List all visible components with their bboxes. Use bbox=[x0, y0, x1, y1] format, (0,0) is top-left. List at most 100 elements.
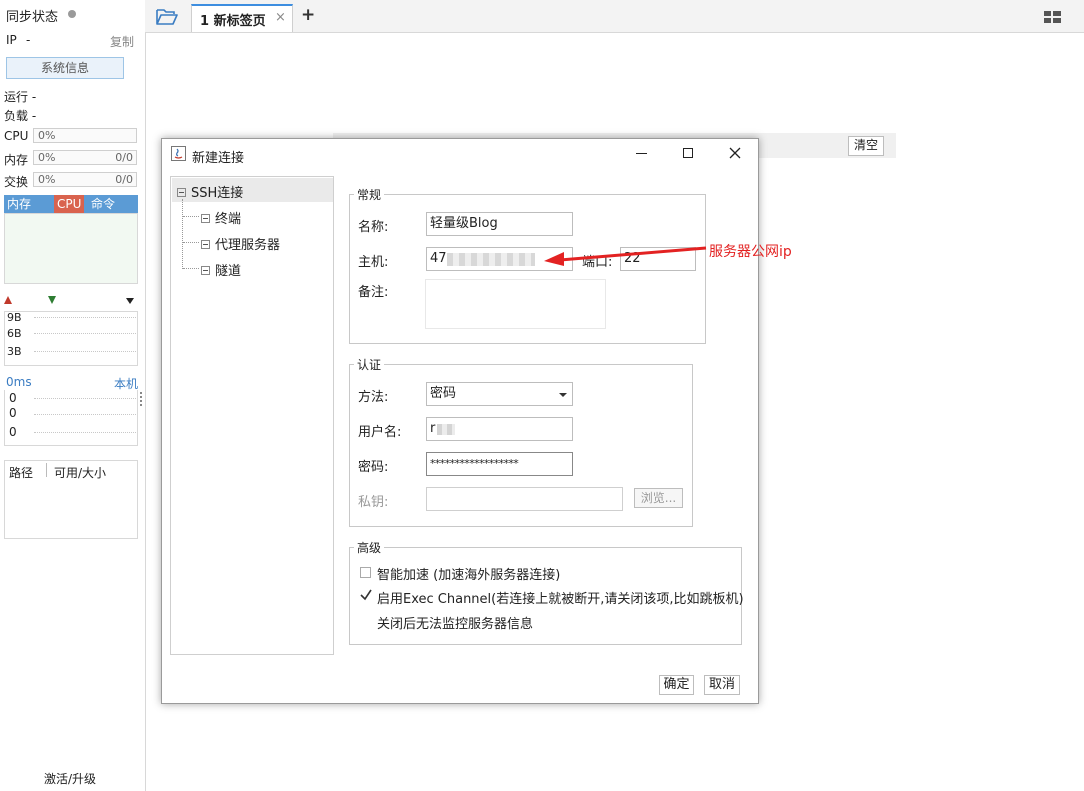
process-tabs: 内存 CPU 命令 bbox=[4, 195, 138, 213]
tab-close-icon[interactable]: × bbox=[275, 10, 286, 25]
dialog-title: 新建连接 bbox=[192, 151, 245, 166]
disk-col-usage: 可用/大小 bbox=[54, 466, 107, 480]
host-label: 主机: bbox=[358, 255, 389, 270]
tree-line bbox=[183, 216, 199, 217]
tree-line bbox=[183, 268, 199, 269]
clear-button[interactable]: 清空 bbox=[848, 136, 884, 156]
folder-open-icon[interactable] bbox=[156, 8, 178, 25]
tree-item-label: 代理服务器 bbox=[215, 238, 281, 253]
password-input[interactable]: ****************** bbox=[426, 452, 573, 476]
tree-item-label: 隧道 bbox=[215, 264, 242, 279]
net-tick-1: 9B bbox=[7, 311, 22, 324]
network-dropdown-icon[interactable] bbox=[126, 298, 134, 304]
grid-line bbox=[34, 414, 136, 415]
note-textarea[interactable] bbox=[425, 279, 606, 329]
collapse-icon[interactable] bbox=[201, 214, 210, 223]
username-input[interactable]: r bbox=[426, 417, 573, 441]
password-label: 密码: bbox=[358, 460, 389, 475]
chevron-down-icon bbox=[559, 393, 567, 397]
memory-label: 内存 bbox=[4, 153, 29, 167]
sidebar: 同步状态 IP - 复制 系统信息 运行 - 负载 - CPU 0% 内存 0%… bbox=[0, 0, 146, 791]
latency-value: 0ms bbox=[6, 375, 32, 389]
host-value: 47 bbox=[430, 251, 447, 266]
activate-upgrade-link[interactable]: 激活/升级 bbox=[44, 770, 96, 787]
tree-item-label: 终端 bbox=[215, 212, 242, 227]
swap-value: 0% bbox=[38, 173, 56, 186]
smart-accel-checkbox[interactable] bbox=[360, 567, 371, 578]
memory-gauge: 0% 0/0 bbox=[33, 150, 137, 165]
grid-line bbox=[34, 317, 136, 318]
tree-line bbox=[182, 199, 184, 269]
minimize-icon[interactable] bbox=[636, 153, 647, 154]
tab-memory[interactable]: 内存 bbox=[4, 195, 34, 213]
tree-item-label: SSH连接 bbox=[191, 186, 244, 201]
grid-line bbox=[34, 398, 136, 399]
tree-item-proxy[interactable]: 代理服务器 bbox=[201, 234, 280, 253]
net-tick-3: 3B bbox=[7, 345, 22, 358]
ping-tick-2: 0 bbox=[9, 406, 17, 420]
redacted-blur bbox=[437, 424, 455, 435]
sync-status-dot-icon bbox=[68, 10, 76, 18]
tree-item-ssh[interactable]: SSH连接 bbox=[177, 182, 243, 201]
general-legend: 常规 bbox=[357, 188, 382, 202]
browse-button[interactable]: 浏览... bbox=[634, 488, 683, 508]
ping-tick-3: 0 bbox=[9, 425, 17, 439]
method-select[interactable]: 密码 bbox=[426, 382, 573, 406]
username-label: 用户名: bbox=[358, 425, 402, 440]
memory-value: 0% bbox=[38, 151, 56, 164]
upload-arrow-icon bbox=[4, 296, 12, 304]
system-info-button[interactable]: 系统信息 bbox=[6, 57, 124, 79]
load-label: 负载 - bbox=[4, 109, 37, 123]
method-label: 方法: bbox=[358, 390, 389, 405]
net-tick-2: 6B bbox=[7, 327, 22, 340]
cpu-label: CPU bbox=[4, 129, 29, 143]
grid-line bbox=[34, 351, 136, 352]
advanced-legend: 高级 bbox=[357, 541, 382, 555]
note-label: 备注: bbox=[358, 285, 389, 300]
redacted-blur bbox=[447, 253, 535, 266]
username-value: r bbox=[430, 421, 436, 436]
copy-ip-link[interactable]: 复制 bbox=[110, 33, 134, 50]
maximize-icon[interactable] bbox=[683, 148, 693, 158]
new-connection-dialog: 新建连接 SSH连接 终端 代理服务器 隧道 常规 名称: 轻量级Blog 主机… bbox=[161, 138, 759, 704]
tab-label: 1 新标签页 bbox=[200, 14, 266, 29]
cancel-button[interactable]: 取消 bbox=[704, 675, 740, 695]
tab-command[interactable]: 命令 bbox=[88, 195, 118, 213]
grid-line bbox=[34, 333, 136, 334]
tree-line bbox=[183, 242, 199, 243]
collapse-icon[interactable] bbox=[201, 266, 210, 275]
grid-line bbox=[34, 432, 136, 433]
tab-cpu[interactable]: CPU bbox=[54, 195, 85, 213]
layout-grid-icon[interactable] bbox=[1044, 11, 1061, 23]
method-value: 密码 bbox=[430, 386, 457, 401]
ping-tick-1: 0 bbox=[9, 391, 17, 405]
cpu-value: 0% bbox=[38, 129, 56, 142]
tab-bar: 1 新标签页 × + bbox=[145, 0, 1084, 33]
process-list bbox=[4, 213, 138, 284]
ip-label: IP bbox=[6, 33, 17, 47]
dialog-titlebar[interactable]: 新建连接 bbox=[162, 139, 758, 169]
collapse-icon[interactable] bbox=[201, 240, 210, 249]
swap-label: 交换 bbox=[4, 175, 29, 189]
ok-button[interactable]: 确定 bbox=[659, 675, 694, 695]
name-label: 名称: bbox=[358, 220, 389, 235]
settings-tree: SSH连接 终端 代理服务器 隧道 bbox=[170, 176, 334, 655]
swap-size: 0/0 bbox=[115, 173, 133, 186]
tree-item-terminal[interactable]: 终端 bbox=[201, 208, 241, 227]
private-key-input[interactable] bbox=[426, 487, 623, 511]
collapse-icon[interactable] bbox=[177, 188, 186, 197]
network-chart bbox=[4, 311, 138, 366]
resize-handle[interactable] bbox=[140, 392, 144, 406]
auth-legend: 认证 bbox=[357, 358, 382, 372]
close-icon[interactable] bbox=[729, 147, 741, 159]
java-app-icon bbox=[171, 146, 186, 161]
sync-status-label: 同步状态 bbox=[6, 10, 59, 25]
private-key-label: 私钥: bbox=[358, 495, 389, 510]
tree-item-tunnel[interactable]: 隧道 bbox=[201, 260, 241, 279]
name-input[interactable]: 轻量级Blog bbox=[426, 212, 573, 236]
exec-channel-checkbox[interactable] bbox=[359, 588, 373, 602]
tab-new-tab[interactable]: 1 新标签页 × bbox=[191, 4, 293, 32]
swap-gauge: 0% 0/0 bbox=[33, 172, 137, 187]
disk-col-path: 路径 bbox=[9, 466, 34, 480]
add-tab-icon[interactable]: + bbox=[301, 5, 315, 25]
